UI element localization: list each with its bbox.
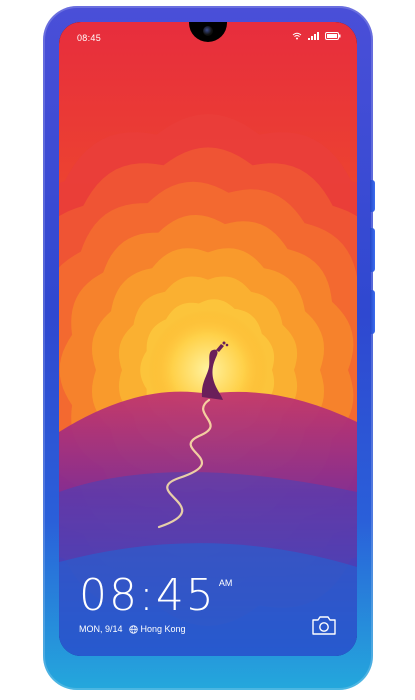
volume-up-button <box>370 228 375 272</box>
globe-icon <box>128 624 138 634</box>
lock-screen-clock: 08:45 AM MON, 9/14 Hong Kong <box>79 570 233 635</box>
phone-screen: 08:45 08:45 AM MON, 9/14 Hong Kong <box>59 22 357 656</box>
lock-screen-wallpaper <box>59 22 357 656</box>
date-label: MON, 9/14 <box>79 624 123 634</box>
signal-icon <box>308 32 319 40</box>
status-time: 08:45 <box>77 33 102 43</box>
phone-product-image: 08:45 08:45 AM MON, 9/14 Hong Kong <box>0 0 415 700</box>
battery-icon <box>325 32 341 40</box>
front-camera-icon <box>203 26 213 36</box>
location: Hong Kong <box>128 624 186 634</box>
camera-icon[interactable] <box>311 614 337 636</box>
wifi-icon <box>292 32 302 40</box>
clock-ampm: AM <box>218 578 233 588</box>
side-button <box>370 180 375 212</box>
status-icons <box>292 32 341 40</box>
location-label: Hong Kong <box>140 624 186 634</box>
clock-time: 08:45 <box>79 570 216 621</box>
volume-down-button <box>370 290 375 334</box>
